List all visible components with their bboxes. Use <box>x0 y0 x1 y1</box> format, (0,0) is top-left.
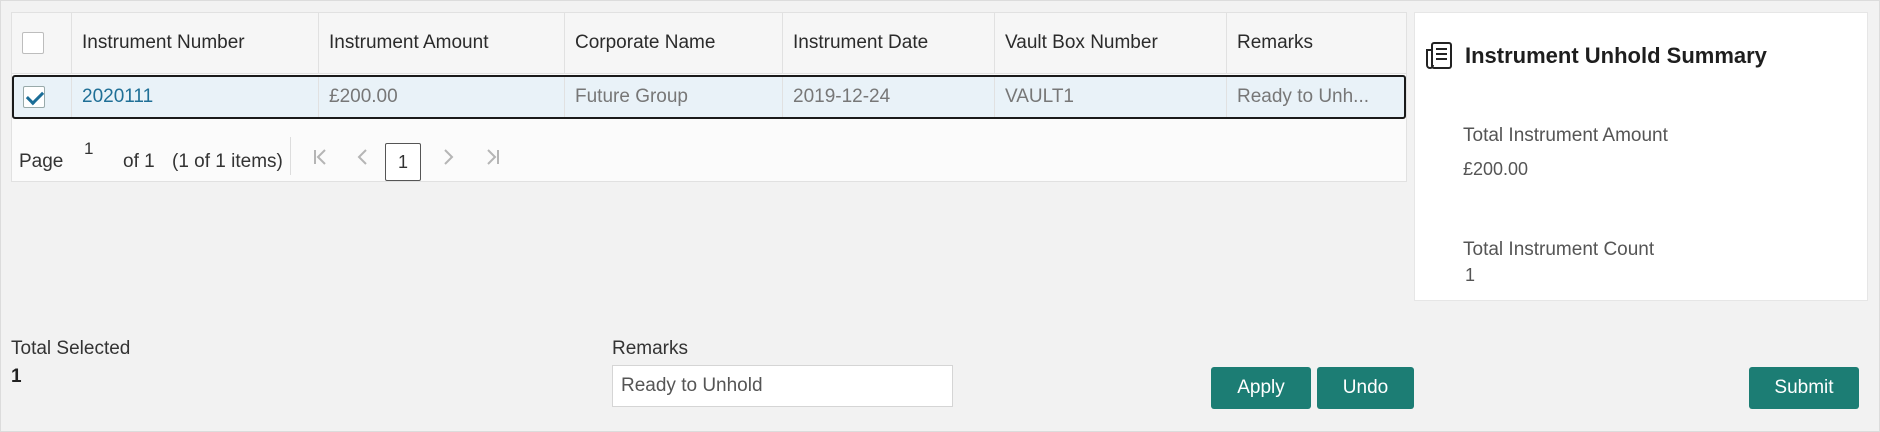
select-all-checkbox[interactable] <box>22 32 44 54</box>
header-select-cell <box>12 13 72 73</box>
summary-document-icon <box>1423 40 1455 77</box>
summary-title: Instrument Unhold Summary <box>1465 43 1767 68</box>
table-row[interactable]: 2020111 £200.00 Future Group 2019-12-24 … <box>12 75 1406 119</box>
pager-of-label: of 1 <box>123 151 155 172</box>
instrument-grid: Instrument Number Instrument Amount Corp… <box>11 12 1407 182</box>
cell-instrument-number[interactable]: 2020111 <box>72 77 319 117</box>
row-checkbox[interactable] <box>23 86 45 108</box>
col-instrument-date[interactable]: Instrument Date <box>783 13 995 73</box>
total-selected-value: 1 <box>11 366 22 387</box>
cell-corporate-name: Future Group <box>565 77 783 117</box>
col-vault-box-number[interactable]: Vault Box Number <box>995 13 1227 73</box>
col-instrument-number[interactable]: Instrument Number <box>72 13 319 73</box>
first-page-icon[interactable] <box>312 147 330 173</box>
unhold-summary-panel: Instrument Unhold Summary Total Instrume… <box>1414 12 1868 301</box>
cell-remarks: Ready to Unh... <box>1237 86 1370 107</box>
apply-button[interactable]: Apply <box>1211 367 1311 409</box>
cell-instrument-date: 2019-12-24 <box>783 77 995 117</box>
prev-page-icon[interactable] <box>356 147 370 173</box>
pager-items-label: (1 of 1 items) <box>172 151 283 172</box>
submit-button[interactable]: Submit <box>1749 367 1859 409</box>
col-remarks[interactable]: Remarks <box>1227 13 1408 73</box>
pager-divider <box>290 137 291 175</box>
remarks-label: Remarks <box>612 338 689 359</box>
total-instrument-count-value: 1 <box>1465 265 1476 285</box>
page-number-button[interactable]: 1 <box>385 143 421 181</box>
cell-vault-box-number: VAULT1 <box>995 77 1227 117</box>
total-selected-label: Total Selected <box>11 338 131 359</box>
pager-current-page-input[interactable]: 1 <box>84 139 93 159</box>
total-instrument-amount-value: £200.00 <box>1463 159 1529 179</box>
pager-page-label: Page <box>19 151 64 172</box>
total-instrument-count-label: Total Instrument Count <box>1463 239 1655 260</box>
row-select-cell <box>14 77 72 117</box>
last-page-icon[interactable] <box>483 147 501 173</box>
next-page-icon[interactable] <box>441 147 455 173</box>
total-instrument-amount-label: Total Instrument Amount <box>1463 125 1668 146</box>
pager: Page 1 of 1 (1 of 1 items) 1 <box>12 121 1406 181</box>
col-instrument-amount[interactable]: Instrument Amount <box>319 13 565 73</box>
col-corporate-name[interactable]: Corporate Name <box>565 13 783 73</box>
cell-instrument-amount: £200.00 <box>319 77 565 117</box>
undo-button[interactable]: Undo <box>1317 367 1414 409</box>
remarks-input[interactable]: Ready to Unhold <box>612 365 953 407</box>
grid-header: Instrument Number Instrument Amount Corp… <box>12 13 1406 74</box>
